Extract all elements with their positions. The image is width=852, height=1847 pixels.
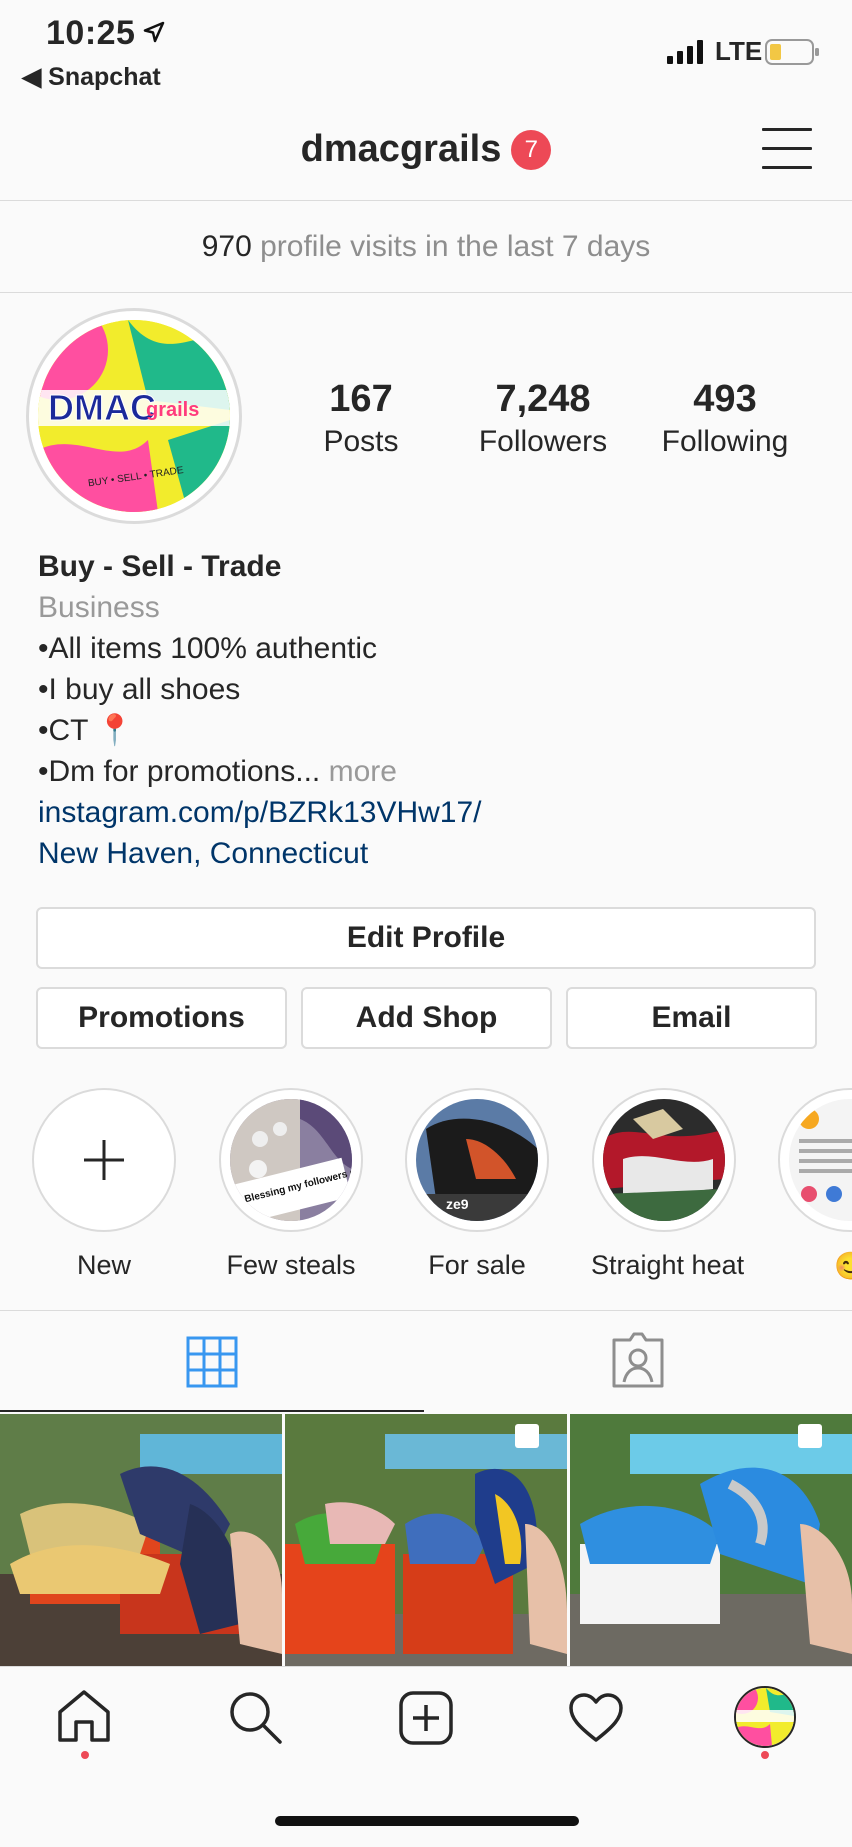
tagged-icon[interactable] <box>610 1332 666 1388</box>
posts-grid <box>0 1414 852 1666</box>
highlight-label: 😊 <box>834 1251 852 1281</box>
post-thumbnail[interactable] <box>570 1414 852 1666</box>
battery-icon <box>765 39 819 65</box>
profile-avatar-icon[interactable] <box>734 1686 796 1748</box>
highlight-few-steals[interactable]: Blessing my followers got used to these … <box>218 1088 364 1281</box>
highlight-thumbnail <box>603 1099 725 1221</box>
avatar-logo-sub: grails <box>146 399 199 421</box>
visits-count: 970 <box>201 230 252 263</box>
signal-strength-icon <box>667 40 703 64</box>
followers-label: Followers <box>478 425 608 458</box>
post-thumbnail[interactable] <box>0 1414 282 1666</box>
profile-visits-banner[interactable]: 970 profile visits in the last 7 days <box>0 201 852 293</box>
edit-profile-button[interactable]: Edit Profile <box>36 907 816 969</box>
heart-icon[interactable] <box>568 1692 624 1744</box>
bio-line: •Dm for promotions... <box>38 755 321 788</box>
highlight-new[interactable]: New <box>31 1088 177 1281</box>
post-thumbnail[interactable] <box>285 1414 567 1666</box>
home-notification-dot <box>81 1751 89 1759</box>
stat-following[interactable]: 493 Following <box>650 378 800 459</box>
highlight-partial[interactable]: 😊 <box>778 1088 852 1288</box>
active-tab-indicator <box>0 1410 424 1412</box>
back-to-app-link[interactable]: ◀ Snapchat <box>22 62 161 92</box>
plus-icon <box>84 1140 124 1180</box>
location-arrow-icon <box>143 21 165 43</box>
highlight-circle: Blessing my followers got used to these … <box>219 1088 363 1232</box>
highlight-for-sale[interactable]: ze9 For sale <box>404 1088 550 1281</box>
avatar-logo-text: DMAC <box>48 387 156 428</box>
highlight-circle <box>592 1088 736 1232</box>
visits-text: profile visits in the last 7 days <box>260 230 651 263</box>
profile-avatar[interactable]: DMAC grails BUY • SELL • TRADE <box>38 320 230 512</box>
promotions-button[interactable]: Promotions <box>36 987 287 1049</box>
following-label: Following <box>661 425 789 458</box>
bio-line: •CT 📍 <box>38 714 134 747</box>
username-header[interactable]: dmacgrails 7 <box>0 128 852 171</box>
profile-category: Business <box>38 591 160 624</box>
highlight-label: Few steals <box>226 1250 356 1280</box>
profile-notification-dot <box>761 1751 769 1759</box>
username: dmacgrails <box>300 128 502 170</box>
home-indicator <box>275 1816 579 1826</box>
menu-icon[interactable] <box>762 128 812 170</box>
highlight-circle <box>778 1088 852 1232</box>
highlight-thumbnail: ze9 <box>416 1099 538 1221</box>
notification-badge: 7 <box>511 129 552 170</box>
add-shop-button[interactable]: Add Shop <box>301 987 552 1049</box>
network-type: LTE <box>715 36 763 66</box>
search-icon[interactable] <box>228 1690 284 1746</box>
highlight-caption: ze9 <box>446 1196 469 1212</box>
grid-icon[interactable] <box>186 1336 238 1388</box>
status-time: 10:25 <box>46 14 136 52</box>
bio-more-link[interactable]: more <box>329 755 397 788</box>
followers-count: 7,248 <box>495 378 591 420</box>
posts-label: Posts <box>323 425 399 458</box>
highlight-circle: ze9 <box>405 1088 549 1232</box>
avatar-logo-image: DMAC grails BUY • SELL • TRADE <box>38 320 230 512</box>
bio-line: •All items 100% authentic <box>38 632 378 665</box>
highlight-thumbnail <box>789 1099 852 1221</box>
email-button[interactable]: Email <box>566 987 817 1049</box>
bio-website-link[interactable]: instagram.com/p/BZRk13VHw17/ <box>38 792 482 833</box>
highlight-straight-heat[interactable]: Straight heat <box>591 1088 745 1281</box>
highlight-thumbnail: Blessing my followers got used to these … <box>230 1099 352 1221</box>
profile-tabs <box>0 1310 852 1413</box>
bio-line-last: •Dm for promotions... more <box>38 751 482 792</box>
add-post-icon[interactable] <box>398 1690 454 1746</box>
bio-location-link[interactable]: New Haven, Connecticut <box>38 833 482 874</box>
highlight-label: Straight heat <box>591 1250 745 1280</box>
following-count: 493 <box>693 378 757 420</box>
bio-line: •I buy all shoes <box>38 673 241 706</box>
home-icon[interactable] <box>56 1688 112 1744</box>
highlight-label: For sale <box>428 1250 526 1280</box>
profile-name: Buy - Sell - Trade <box>38 550 282 583</box>
profile-bio: Buy - Sell - Trade Business •All items 1… <box>38 546 482 874</box>
posts-count: 167 <box>329 378 393 420</box>
status-bar: 10:25 ◀ Snapchat LTE <box>0 0 852 100</box>
stat-followers[interactable]: 7,248 Followers <box>468 378 618 459</box>
highlight-label: New <box>76 1250 131 1280</box>
new-highlight-circle <box>32 1088 176 1232</box>
stat-posts[interactable]: 167 Posts <box>286 378 436 459</box>
